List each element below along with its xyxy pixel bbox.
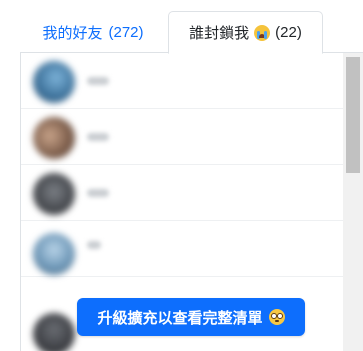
scrollbar-thumb[interactable] bbox=[346, 57, 360, 173]
tab-my-friends-label: 我的好友 bbox=[42, 24, 103, 42]
flushed-face-icon bbox=[268, 309, 285, 325]
list-item[interactable] bbox=[21, 165, 343, 221]
upgrade-button-label: 升級擴充以查看完整清單 bbox=[97, 309, 263, 327]
upgrade-extension-button[interactable]: 升級擴充以查看完整清單 bbox=[77, 298, 305, 336]
avatar bbox=[33, 173, 75, 215]
tab-my-friends-count: (272) bbox=[108, 23, 144, 41]
user-name-blurred bbox=[87, 189, 109, 197]
avatar bbox=[33, 233, 75, 275]
list-item[interactable] bbox=[21, 109, 343, 165]
crying-face-icon bbox=[254, 24, 271, 41]
avatar bbox=[33, 117, 75, 159]
tab-bar: 我的好友 (272) 誰封鎖我 (22) bbox=[20, 11, 363, 54]
list-item[interactable] bbox=[21, 221, 343, 277]
tab-who-blocked-me-label: 誰封鎖我 bbox=[189, 25, 250, 42]
user-name-blurred bbox=[87, 133, 109, 141]
user-name-blurred bbox=[87, 241, 101, 249]
tab-my-friends[interactable]: 我的好友 (272) bbox=[20, 11, 166, 53]
user-name-blurred bbox=[87, 77, 109, 85]
tab-who-blocked-me-count: (22) bbox=[275, 24, 302, 41]
list-item[interactable] bbox=[21, 53, 343, 109]
avatar bbox=[33, 313, 75, 351]
tab-who-blocked-me[interactable]: 誰封鎖我 (22) bbox=[168, 11, 323, 54]
avatar bbox=[33, 61, 75, 103]
